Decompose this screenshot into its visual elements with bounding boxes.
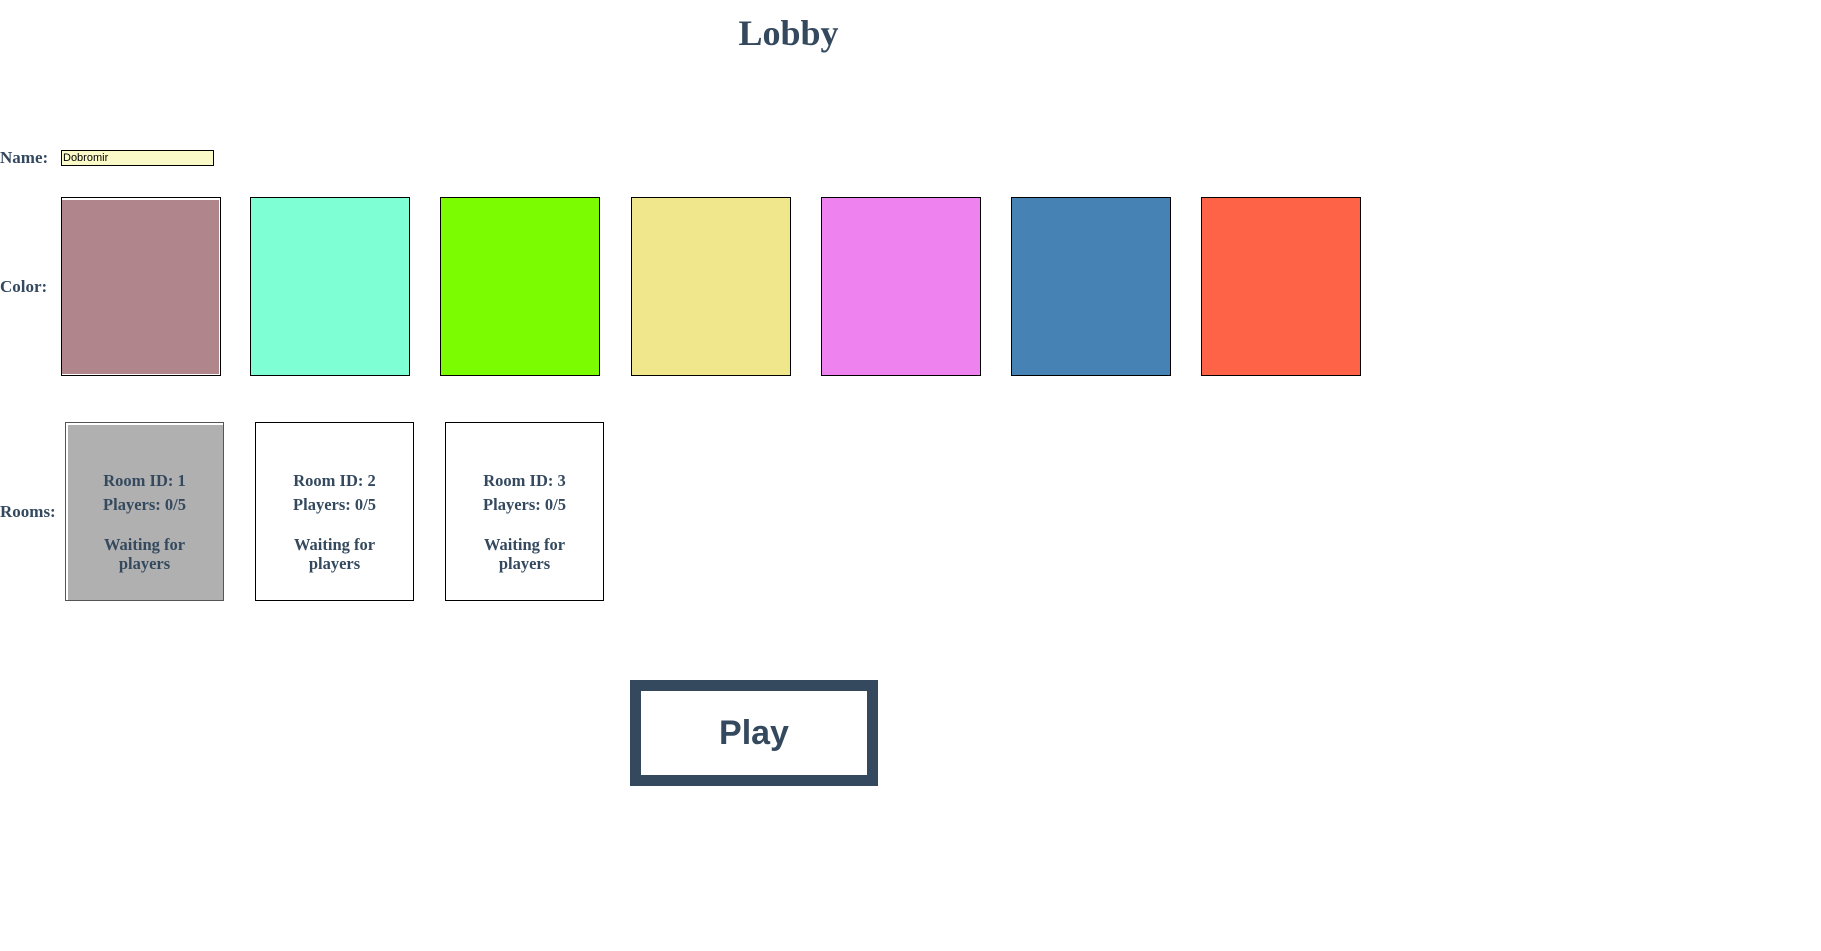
color-swatch-4[interactable] (631, 197, 791, 376)
color-swatch-6[interactable] (1011, 197, 1171, 376)
room-id: Room ID: 1 (103, 471, 186, 490)
room-id: Room ID: 2 (293, 471, 376, 490)
color-swatch-7[interactable] (1201, 197, 1361, 376)
page-title: Lobby (738, 13, 839, 53)
name-input[interactable] (61, 150, 214, 166)
color-swatch-1[interactable] (61, 197, 221, 376)
room-status: Waiting for players (293, 535, 376, 573)
room-id: Room ID: 3 (483, 471, 566, 490)
room-card-2[interactable]: Room ID: 2 Players: 0/5 Waiting for play… (255, 422, 414, 601)
name-label: Name: (0, 148, 49, 167)
room-players: Players: 0/5 (293, 495, 376, 514)
color-swatch-3[interactable] (440, 197, 600, 376)
room-card-3[interactable]: Room ID: 3 Players: 0/5 Waiting for play… (445, 422, 604, 601)
play-button[interactable]: Play (630, 680, 878, 786)
color-swatch-5[interactable] (821, 197, 981, 376)
room-card-1[interactable]: Room ID: 1 Players: 0/5 Waiting for play… (65, 422, 224, 601)
room-status: Waiting for players (103, 535, 186, 573)
room-players: Players: 0/5 (483, 495, 566, 514)
room-status: Waiting for players (483, 535, 566, 573)
color-label: Color: (0, 277, 48, 296)
color-swatch-2[interactable] (250, 197, 410, 376)
rooms-label: Rooms: (0, 502, 56, 521)
room-players: Players: 0/5 (103, 495, 186, 514)
